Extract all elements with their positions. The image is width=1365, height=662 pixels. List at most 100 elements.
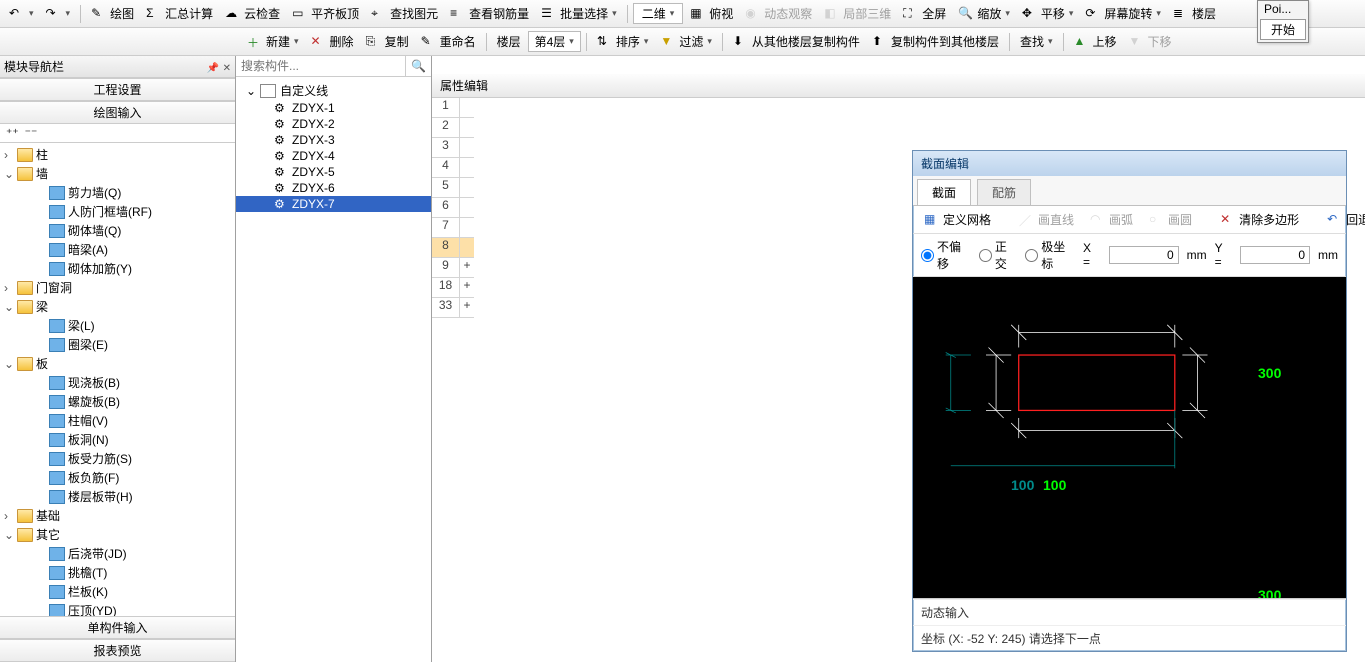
local-3d-button[interactable]: ◧局部三维 <box>819 3 896 24</box>
grid-row-header[interactable]: 8 <box>432 238 474 258</box>
component-tree[interactable]: ⌄自定义线⚙ZDYX-1⚙ZDYX-2⚙ZDYX-3⚙ZDYX-4⚙ZDYX-5… <box>236 77 431 662</box>
comp-item[interactable]: ⚙ZDYX-5 <box>236 164 431 180</box>
move-down-button[interactable]: ▼下移 <box>1124 31 1177 52</box>
grid-row-header[interactable]: 18+ <box>432 278 474 298</box>
collapse-icon[interactable]: ⁻⁻ <box>25 126 38 140</box>
tree-item[interactable]: 栏板(K) <box>0 582 235 601</box>
grid-row-header[interactable]: 5 <box>432 178 474 198</box>
tree-item[interactable]: ›门窗洞 <box>0 278 235 297</box>
fullscreen-button[interactable]: ⛶全屏 <box>898 3 951 24</box>
cloud-check-button[interactable]: ☁云检查 <box>220 3 285 24</box>
draw-circle-button[interactable]: ○画圆 <box>1144 209 1197 230</box>
tree-item[interactable]: 板受力筋(S) <box>0 449 235 468</box>
zoom-button[interactable]: 🔍缩放▾ <box>953 3 1015 24</box>
rename-button[interactable]: ✎重命名 <box>416 31 481 52</box>
radio-polar[interactable]: 极坐标 <box>1025 238 1075 272</box>
tree-item[interactable]: 梁(L) <box>0 316 235 335</box>
comp-root[interactable]: ⌄自定义线 <box>236 81 431 100</box>
tree-item[interactable]: ⌄板 <box>0 354 235 373</box>
grid-row-header[interactable]: 33+ <box>432 298 474 318</box>
overlook-button[interactable]: ▦俯视 <box>685 3 738 24</box>
copy-to-floor-button[interactable]: ⬆复制构件到其他楼层 <box>867 31 1004 52</box>
nav-section-report[interactable]: 报表预览 <box>0 639 235 662</box>
flatten-button[interactable]: ▭平齐板顶 <box>287 3 364 24</box>
cs-canvas[interactable]: 300 300 300 100 100 100 <box>913 277 1346 598</box>
tree-item[interactable]: 后浇带(JD) <box>0 544 235 563</box>
tree-item[interactable]: ⌄梁 <box>0 297 235 316</box>
tree-item[interactable]: 人防门框墙(RF) <box>0 202 235 221</box>
expand-icon[interactable]: ⁺⁺ <box>6 126 19 140</box>
grid-row-header[interactable]: 1 <box>432 98 474 118</box>
tree-item[interactable]: 板洞(N) <box>0 430 235 449</box>
tree-item[interactable]: ›柱 <box>0 145 235 164</box>
screen-rotate-button[interactable]: ⟳屏幕旋转▾ <box>1080 3 1166 24</box>
y-input[interactable] <box>1240 246 1310 264</box>
grid-row-header[interactable]: 7 <box>432 218 474 238</box>
radio-ortho[interactable]: 正交 <box>979 238 1017 272</box>
nav-section-project-settings[interactable]: 工程设置 <box>0 78 235 101</box>
comp-item[interactable]: ⚙ZDYX-2 <box>236 116 431 132</box>
grid-row-header[interactable]: 4 <box>432 158 474 178</box>
draw-arc-button[interactable]: ◠画弧 <box>1085 209 1138 230</box>
grid-row-header[interactable]: 3 <box>432 138 474 158</box>
nav-section-draw-input[interactable]: 绘图输入 <box>0 101 235 124</box>
clear-polygon-button[interactable]: ✕清除多边形 <box>1215 209 1304 230</box>
pin-icon[interactable]: 📌 <box>207 63 219 74</box>
comp-item[interactable]: ⚙ZDYX-1 <box>236 100 431 116</box>
tree-item[interactable]: 楼层板带(H) <box>0 487 235 506</box>
close-icon[interactable]: ✕ <box>223 63 231 74</box>
radio-no-offset[interactable]: 不偏移 <box>921 238 971 272</box>
find-prim-button[interactable]: ⌖查找图元 <box>366 3 443 24</box>
start-button[interactable]: 开始 <box>1260 19 1306 40</box>
copy-from-floor-button[interactable]: ⬇从其他楼层复制构件 <box>728 31 865 52</box>
tab-section[interactable]: 截面 <box>917 179 971 205</box>
floor-layer-button[interactable]: ≣楼层 <box>1168 3 1221 24</box>
x-input[interactable] <box>1109 246 1179 264</box>
search-input[interactable] <box>236 56 405 76</box>
pan-button[interactable]: ✥平移▾ <box>1017 3 1079 24</box>
tree-item[interactable]: 板负筋(F) <box>0 468 235 487</box>
copy-button[interactable]: ⎘复制 <box>361 31 414 52</box>
filter-button[interactable]: ▼过滤▾ <box>655 31 717 52</box>
tab-rebar[interactable]: 配筋 <box>977 179 1031 205</box>
view-2d-dropdown[interactable]: 二维 ▾ <box>633 3 684 24</box>
sum-calc-button[interactable]: Σ汇总计算 <box>141 3 218 24</box>
tree-item[interactable]: ›基础 <box>0 506 235 525</box>
tree-item[interactable]: 暗梁(A) <box>0 240 235 259</box>
comp-item[interactable]: ⚙ZDYX-6 <box>236 180 431 196</box>
undo-cs-button[interactable]: ↶回退 <box>1322 209 1365 230</box>
tree-item[interactable]: 现浇板(B) <box>0 373 235 392</box>
comp-item[interactable]: ⚙ZDYX-4 <box>236 148 431 164</box>
new-button[interactable]: ＋新建▾ <box>242 31 304 52</box>
batch-select-button[interactable]: ☰批量选择▾ <box>536 3 622 24</box>
dyn-view-button[interactable]: ◉动态观察 <box>740 3 817 24</box>
tree-item[interactable]: ⌄墙 <box>0 164 235 183</box>
move-up-button[interactable]: ▲上移 <box>1069 31 1122 52</box>
floor-select[interactable]: 第4层 ▾ <box>528 31 581 52</box>
tree-item[interactable]: 圈梁(E) <box>0 335 235 354</box>
draw-line-button[interactable]: ／画直线 <box>1014 209 1079 230</box>
tree-item[interactable]: 砌体墙(Q) <box>0 221 235 240</box>
tree-item[interactable]: 砌体加筋(Y) <box>0 259 235 278</box>
tree-item[interactable]: 柱帽(V) <box>0 411 235 430</box>
sort-button[interactable]: ⇅排序▾ <box>592 31 654 52</box>
tree-item[interactable]: 剪力墙(Q) <box>0 183 235 202</box>
tree-item[interactable]: 挑檐(T) <box>0 563 235 582</box>
undo-button[interactable]: ↶▾ <box>4 4 39 24</box>
nav-tree[interactable]: ›柱⌄墙剪力墙(Q)人防门框墙(RF)砌体墙(Q)暗梁(A)砌体加筋(Y)›门窗… <box>0 143 235 616</box>
find-button[interactable]: 查找▾ <box>1015 31 1058 52</box>
tree-item[interactable]: 螺旋板(B) <box>0 392 235 411</box>
grid-row-header[interactable]: 6 <box>432 198 474 218</box>
define-grid-button[interactable]: ▦定义网格 <box>919 209 996 230</box>
draw-button[interactable]: ✎绘图 <box>86 3 139 24</box>
check-rebar-button[interactable]: ≡查看钢筋量 <box>445 3 534 24</box>
tree-item[interactable]: 压顶(YD) <box>0 601 235 616</box>
grid-row-header[interactable]: 2 <box>432 118 474 138</box>
tree-item[interactable]: ⌄其它 <box>0 525 235 544</box>
nav-section-single-input[interactable]: 单构件输入 <box>0 616 235 639</box>
comp-item[interactable]: ⚙ZDYX-3 <box>236 132 431 148</box>
delete-button[interactable]: ✕删除 <box>306 31 359 52</box>
search-button[interactable]: 🔍 <box>405 56 431 76</box>
grid-row-header[interactable]: 9+ <box>432 258 474 278</box>
comp-item[interactable]: ⚙ZDYX-7 <box>236 196 431 212</box>
